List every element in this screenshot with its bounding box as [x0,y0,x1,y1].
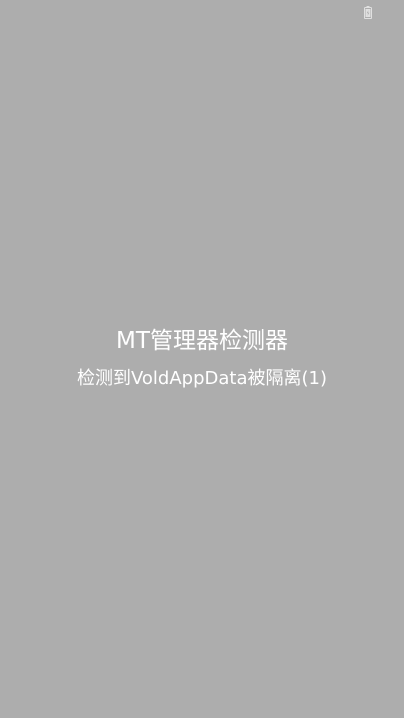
detection-result: MT管理器检测器 检测到VoldAppData被隔离(1) [0,324,404,396]
app-title: MT管理器检测器 [116,328,288,354]
status-bar [0,0,404,24]
battery-icon [364,6,372,19]
detection-message: 检测到VoldAppData被隔离(1) [77,368,327,389]
app-screen: MT管理器检测器 检测到VoldAppData被隔离(1) [0,0,404,718]
